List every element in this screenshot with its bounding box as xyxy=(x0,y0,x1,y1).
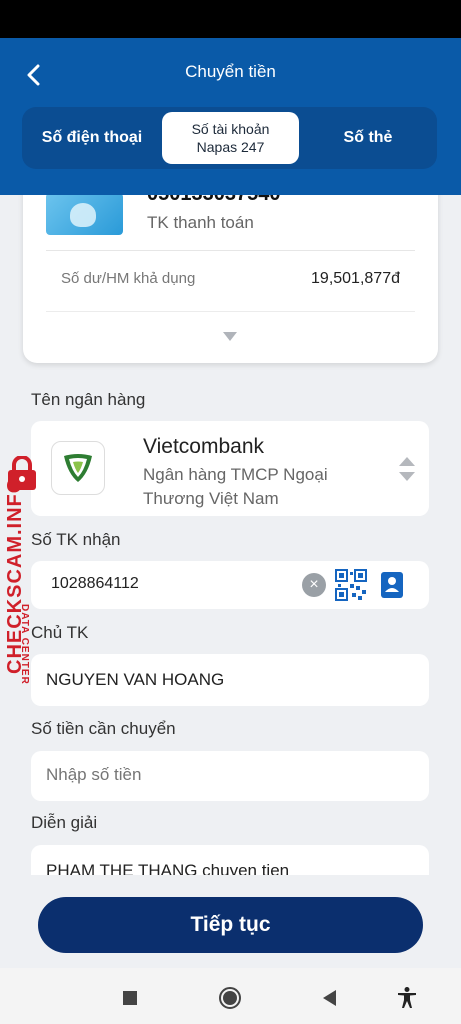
bank-selector[interactable]: Vietcombank Ngân hàng TMCP Ngoại Thương … xyxy=(31,421,429,516)
tab-label-line1: Số tài khoản xyxy=(191,121,270,137)
watermark-sub-text: DATA CENTER xyxy=(19,604,30,685)
home-icon[interactable] xyxy=(218,986,242,1010)
dropdown-toggle-icon[interactable] xyxy=(397,455,417,483)
contact-book-icon[interactable] xyxy=(380,571,404,599)
amount-field[interactable] xyxy=(31,751,429,801)
continue-button[interactable]: Tiếp tục xyxy=(38,897,423,953)
page-title: Chuyển tiền xyxy=(185,62,276,81)
bank-label: Tên ngân hàng xyxy=(31,390,146,409)
source-account-type: TK thanh toán xyxy=(147,213,254,232)
status-bar xyxy=(0,0,461,38)
android-nav-bar xyxy=(0,968,461,1024)
description-input[interactable]: PHAM THE THANG chuyen tien xyxy=(46,861,289,875)
transfer-type-tabs: Số điện thoại Số tài khoản Napas 247 Số … xyxy=(22,107,437,169)
form-scroll-area[interactable]: 050133037540 TK thanh toán Số dư/HM khả … xyxy=(0,195,461,875)
amount-label: Số tiền cần chuyển xyxy=(31,719,176,738)
vietcombank-logo xyxy=(51,441,105,495)
description-field[interactable]: PHAM THE THANG chuyen tien xyxy=(31,845,429,875)
watermark: CHECKSCAM.INFO DATA CENTER xyxy=(0,452,48,685)
source-account-number: 050133037540 xyxy=(147,195,280,206)
divider xyxy=(46,250,415,251)
tab-phone-number[interactable]: Số điện thoại xyxy=(22,107,162,169)
back-nav-icon[interactable] xyxy=(318,986,342,1010)
account-card-image xyxy=(46,195,123,235)
tab-card-number[interactable]: Số thẻ xyxy=(299,107,437,169)
bank-full-name: Ngân hàng TMCP Ngoại Thương Việt Nam xyxy=(143,465,328,508)
account-holder-value: NGUYEN VAN HOANG xyxy=(46,670,225,689)
recipient-account-input[interactable]: 1028864112 xyxy=(51,575,139,593)
recipient-account-field[interactable]: 1028864112 × xyxy=(31,561,429,609)
source-account-card: 050133037540 TK thanh toán Số dư/HM khả … xyxy=(23,195,438,363)
expand-accounts-button[interactable] xyxy=(223,332,237,342)
recent-apps-icon[interactable] xyxy=(118,986,142,1010)
balance-label: Số dư/HM khả dụng xyxy=(61,270,196,287)
description-label: Diễn giải xyxy=(31,813,98,832)
amount-input[interactable] xyxy=(46,765,406,785)
caret-down-icon xyxy=(223,332,237,341)
accessibility-icon[interactable] xyxy=(395,986,419,1010)
clear-icon[interactable]: × xyxy=(302,573,326,597)
account-holder-field: NGUYEN VAN HOANG xyxy=(31,654,429,706)
app-header: Chuyển tiền Số điện thoại Số tài khoản N… xyxy=(0,38,461,195)
balance-value: 19,501,877đ xyxy=(311,270,400,287)
tab-label-line2: Napas 247 xyxy=(196,139,265,155)
qr-scan-icon[interactable] xyxy=(335,569,367,601)
tab-account-napas[interactable]: Số tài khoản Napas 247 xyxy=(162,112,299,164)
bank-name: Vietcombank xyxy=(143,435,265,458)
divider xyxy=(46,311,415,312)
